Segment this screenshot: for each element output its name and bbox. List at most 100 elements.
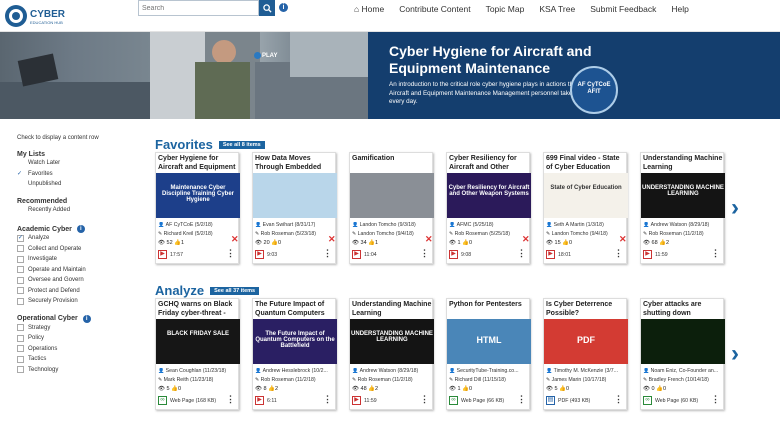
check-icon[interactable]: ✓: [17, 170, 24, 177]
checkbox-icon[interactable]: [17, 266, 24, 274]
content-card[interactable]: The Future Impact of Quantum Computers Th…: [252, 298, 337, 410]
sidebar-item[interactable]: Investigate: [17, 254, 142, 265]
nav-help[interactable]: Help: [671, 4, 688, 14]
remove-favorite-icon[interactable]: ✕: [231, 234, 239, 245]
content-card[interactable]: Understanding Machine Learning UNDERSTAND…: [640, 152, 725, 264]
search-info-icon[interactable]: i: [279, 3, 288, 12]
nav-ksa-tree[interactable]: KSA Tree: [539, 4, 575, 14]
card-thumbnail[interactable]: BLACK FRIDAY SALE: [156, 319, 240, 364]
nav-home[interactable]: ⌂ Home: [354, 4, 384, 14]
sidebar-item[interactable]: ✓ Favorites: [17, 169, 142, 180]
checkbox-icon[interactable]: [17, 366, 24, 374]
sidebar-item[interactable]: Collect and Operate: [17, 244, 142, 255]
remove-favorite-icon[interactable]: ✕: [328, 234, 336, 245]
card-title[interactable]: Understanding Machine Learning: [643, 154, 725, 172]
card-title[interactable]: 699 Final video - State of Cyber Educati…: [546, 154, 628, 172]
checkbox-icon[interactable]: [17, 355, 24, 363]
remove-favorite-icon[interactable]: ✕: [425, 234, 433, 245]
nav-submit-feedback[interactable]: Submit Feedback: [590, 4, 656, 14]
checkbox-icon[interactable]: [17, 287, 24, 295]
content-card[interactable]: Cyber Hygiene for Aircraft and Equipment…: [155, 152, 240, 264]
content-card[interactable]: Gamification 👤 Landon Tomcho (9/3/18) ✎ La…: [349, 152, 434, 264]
content-card[interactable]: Understanding Machine Learning UNDERSTAND…: [349, 298, 434, 410]
card-title[interactable]: Cyber attacks are shutting down: [643, 300, 725, 318]
card-thumbnail[interactable]: Cyber Resiliency for Aircraft and Other …: [447, 173, 531, 218]
card-thumbnail[interactable]: HTML: [447, 319, 531, 364]
more-options-icon[interactable]: ⋮: [614, 395, 623, 404]
info-icon[interactable]: i: [76, 225, 85, 233]
card-thumbnail[interactable]: UNDERSTANDING MACHINE LEARNING: [641, 173, 725, 218]
checkbox-icon[interactable]: [17, 345, 24, 353]
more-options-icon[interactable]: ⋮: [420, 249, 429, 258]
card-title[interactable]: How Data Moves Through Embedded: [255, 154, 337, 172]
analyze-next-chevron-icon[interactable]: ›: [731, 340, 739, 368]
content-card[interactable]: Python for Pentesters HTML 👤 SecurityTube-…: [446, 298, 531, 410]
cyber-education-hub-logo[interactable]: CYBER EDUCATION HUB: [4, 3, 68, 29]
sidebar-item[interactable]: Protect and Defend: [17, 286, 142, 297]
sidebar-item[interactable]: Securely Provision: [17, 296, 142, 307]
content-card[interactable]: Is Cyber Deterrence Possible? PDF 👤 Timoth…: [543, 298, 628, 410]
card-title[interactable]: Understanding Machine Learning: [352, 300, 434, 318]
card-thumbnail[interactable]: UNDERSTANDING MACHINE LEARNING: [350, 319, 434, 364]
sidebar-item[interactable]: Watch Later: [17, 158, 142, 169]
content-card[interactable]: Cyber Resiliency for Aircraft and Other C…: [446, 152, 531, 264]
search-input[interactable]: [138, 0, 259, 16]
info-icon[interactable]: i: [82, 314, 91, 323]
nav-topic-map[interactable]: Topic Map: [486, 4, 525, 14]
card-title[interactable]: Cyber Hygiene for Aircraft and Equipment: [158, 154, 240, 172]
sidebar-item[interactable]: Operations: [17, 344, 142, 355]
favorites-see-all-button[interactable]: See all 8 items: [218, 140, 265, 149]
card-thumbnail[interactable]: [350, 173, 434, 218]
sidebar-item[interactable]: Operate and Maintain: [17, 265, 142, 276]
content-card[interactable]: 699 Final video - State of Cyber Educati…: [543, 152, 628, 264]
card-title[interactable]: The Future Impact of Quantum Computers: [255, 300, 337, 318]
more-options-icon[interactable]: ⋮: [517, 395, 526, 404]
card-thumbnail[interactable]: PDF: [544, 319, 628, 364]
sidebar-item[interactable]: Recently Added: [17, 205, 142, 216]
sidebar-item[interactable]: ✓ Analyze: [17, 233, 142, 244]
favorites-next-chevron-icon[interactable]: ›: [731, 194, 739, 222]
more-options-icon[interactable]: ⋮: [323, 249, 332, 258]
more-options-icon[interactable]: ⋮: [323, 395, 332, 404]
content-card[interactable]: GCHQ warns on Black Friday cyber-threat …: [155, 298, 240, 410]
content-card[interactable]: How Data Moves Through Embedded 👤 Evan Sw…: [252, 152, 337, 264]
nav-contribute-content[interactable]: Contribute Content: [399, 4, 470, 14]
card-thumbnail[interactable]: State of Cyber Education: [544, 173, 628, 218]
sidebar-item[interactable]: Strategy: [17, 323, 142, 334]
checkbox-icon[interactable]: [17, 255, 24, 263]
featured-banner[interactable]: PLAY Cyber Hygiene for Aircraft and Equi…: [0, 32, 780, 119]
card-thumbnail[interactable]: [253, 173, 337, 218]
checkbox-icon[interactable]: [17, 334, 24, 342]
card-title[interactable]: Cyber Resiliency for Aircraft and Other: [449, 154, 531, 172]
sidebar-item[interactable]: Unpublished: [17, 179, 142, 190]
search-button[interactable]: [259, 0, 275, 16]
remove-favorite-icon[interactable]: ✕: [522, 234, 530, 245]
sidebar-item[interactable]: Oversee and Govern: [17, 275, 142, 286]
sidebar-item[interactable]: Technology: [17, 365, 142, 376]
more-options-icon[interactable]: ⋮: [614, 249, 623, 258]
more-options-icon[interactable]: ⋮: [226, 395, 235, 404]
checkbox-icon[interactable]: [17, 245, 24, 253]
card-thumbnail[interactable]: The Future Impact of Quantum Computers o…: [253, 319, 337, 364]
remove-favorite-icon[interactable]: ✕: [619, 234, 627, 245]
checkbox-checked-icon[interactable]: ✓: [17, 234, 24, 242]
sidebar-item[interactable]: Policy: [17, 333, 142, 344]
card-title[interactable]: Is Cyber Deterrence Possible?: [546, 300, 628, 318]
more-options-icon[interactable]: ⋮: [517, 249, 526, 258]
card-title[interactable]: GCHQ warns on Black Friday cyber-threat …: [158, 300, 240, 318]
card-thumbnail[interactable]: Maintenance Cyber Discipline Training Cy…: [156, 173, 240, 218]
checkbox-icon[interactable]: [17, 276, 24, 284]
more-options-icon[interactable]: ⋮: [420, 395, 429, 404]
more-options-icon[interactable]: ⋮: [711, 249, 720, 258]
sidebar-item[interactable]: Tactics: [17, 354, 142, 365]
play-icon[interactable]: [254, 52, 261, 59]
more-options-icon[interactable]: ⋮: [711, 395, 720, 404]
checkbox-icon[interactable]: [17, 324, 24, 332]
analyze-see-all-button[interactable]: See all 37 items: [210, 286, 260, 295]
play-label[interactable]: PLAY: [262, 53, 277, 59]
more-options-icon[interactable]: ⋮: [226, 249, 235, 258]
card-title[interactable]: Gamification: [352, 154, 434, 163]
content-card[interactable]: Cyber attacks are shutting down 👤 Noam En…: [640, 298, 725, 410]
card-title[interactable]: Python for Pentesters: [449, 300, 531, 309]
card-thumbnail[interactable]: [641, 319, 725, 364]
